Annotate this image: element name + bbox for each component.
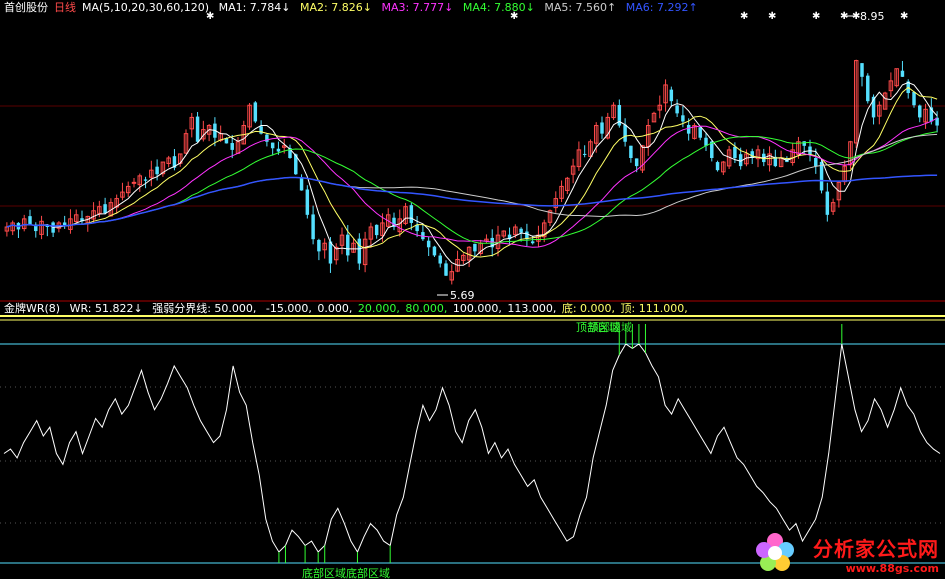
- candle-body: [432, 246, 437, 256]
- ma6-value: MA6: 7.292↑: [625, 1, 698, 14]
- candle-body: [519, 228, 523, 233]
- wr-level-3: 20.000,: [357, 302, 400, 315]
- candle-body: [473, 243, 477, 252]
- candle-body: [317, 239, 321, 252]
- bottom-zone-label: 底部区域: [346, 566, 390, 579]
- candle-body: [698, 127, 702, 138]
- wr-value: WR: 51.822↓: [69, 302, 143, 315]
- candle-body: [900, 70, 905, 77]
- candle-body: [143, 179, 148, 181]
- candle-body: [802, 141, 806, 146]
- top-zone-label: 顶部区域: [588, 320, 632, 334]
- candle-body: [686, 124, 691, 134]
- candle-body: [28, 216, 32, 225]
- star-marker: ✱: [740, 11, 748, 22]
- candle-body: [530, 241, 535, 244]
- candle-body: [814, 157, 818, 167]
- candle-body: [357, 238, 362, 264]
- ma1-value: MA1: 7.784↓: [218, 1, 291, 14]
- candle-body: [426, 240, 431, 248]
- watermark-url: www.88gs.com: [845, 562, 939, 575]
- candle-body: [346, 234, 350, 256]
- candle-body: [270, 142, 275, 149]
- star-marker: ✱: [768, 11, 776, 22]
- candle-body: [438, 255, 442, 264]
- candle-body: [918, 105, 922, 118]
- wr-level-4: 80.000,: [405, 302, 448, 315]
- candle-body: [253, 102, 258, 122]
- candle-body: [155, 166, 159, 175]
- stock-chart: ✱ ✱ ✱ ✱ ✱ ✱ ✱ ✱ 8.95 5.69 顶部区域 顶部区域 底部区域 底部区域: [0, 0, 945, 579]
- candle-body: [733, 146, 737, 158]
- wr-level-1: -15.000,: [265, 302, 312, 315]
- candle-body: [912, 91, 916, 106]
- wr-indicator-name: 金牌WR(8): [4, 302, 61, 315]
- candle-body: [276, 148, 281, 152]
- candle-body: [444, 263, 448, 276]
- candle-body: [860, 63, 864, 77]
- candle-body: [299, 177, 304, 191]
- wr-level-6: 113.000,: [507, 302, 557, 315]
- candle-body: [311, 214, 315, 240]
- ma3-value: MA3: 7.777↓: [381, 1, 454, 14]
- candle-body: [715, 162, 720, 171]
- candle-body: [230, 143, 234, 150]
- high-price-label: 8.95: [860, 10, 885, 23]
- candle-body: [819, 161, 824, 191]
- candle-body: [103, 204, 107, 214]
- candle-body: [825, 191, 830, 215]
- ma-formula: MA(5,10,20,30,60,120): [82, 1, 210, 14]
- wr-level-5: 100.000,: [452, 302, 502, 315]
- star-marker: ✱: [900, 11, 908, 22]
- period-label: 日线: [54, 1, 76, 14]
- flower-logo-icon: [756, 533, 794, 571]
- candle-body: [623, 124, 627, 142]
- ma5-value: MA5: 7.560↑: [544, 1, 617, 14]
- candle-body: [409, 205, 414, 223]
- candle-body: [669, 89, 674, 102]
- candle-body: [600, 122, 604, 134]
- candle-body: [582, 153, 587, 155]
- watermark-title: 分析家公式网: [813, 537, 939, 561]
- wr-top: 顶: 111.000,: [620, 302, 688, 315]
- candle-body: [131, 181, 137, 184]
- wr-bottom: 底: 0.000,: [561, 302, 616, 315]
- wr-threshold: 强弱分界线: 50.000,: [152, 302, 257, 315]
- candle-body: [328, 241, 333, 264]
- candle-body: [634, 158, 639, 167]
- candle-body: [866, 75, 870, 102]
- candle-body: [629, 145, 633, 158]
- star-marker: ✱: [812, 11, 820, 22]
- candle-body: [681, 115, 685, 122]
- ma4-value: MA4: 7.880↓: [462, 1, 535, 14]
- low-price-label: 5.69: [450, 289, 475, 302]
- stock-name: 首创股份: [4, 1, 48, 14]
- wr-level-2: 0.000,: [317, 302, 353, 315]
- candle-body: [675, 105, 679, 114]
- wr-panel-header: 金牌WR(8) WR: 51.822↓ 强弱分界线: 50.000, -15.0…: [4, 302, 694, 316]
- candle-body: [374, 224, 379, 236]
- candle-body: [195, 116, 200, 142]
- ma2-value: MA2: 7.826↓: [300, 1, 372, 14]
- watermark: 分析家公式网 www.88gs.com: [813, 533, 939, 575]
- bottom-zone-label: 底部区域: [302, 566, 346, 579]
- price-panel-header: 首创股份 日线 MA(5,10,20,30,60,120) MA1: 7.784↓ …: [4, 1, 704, 15]
- candle-body: [305, 189, 310, 215]
